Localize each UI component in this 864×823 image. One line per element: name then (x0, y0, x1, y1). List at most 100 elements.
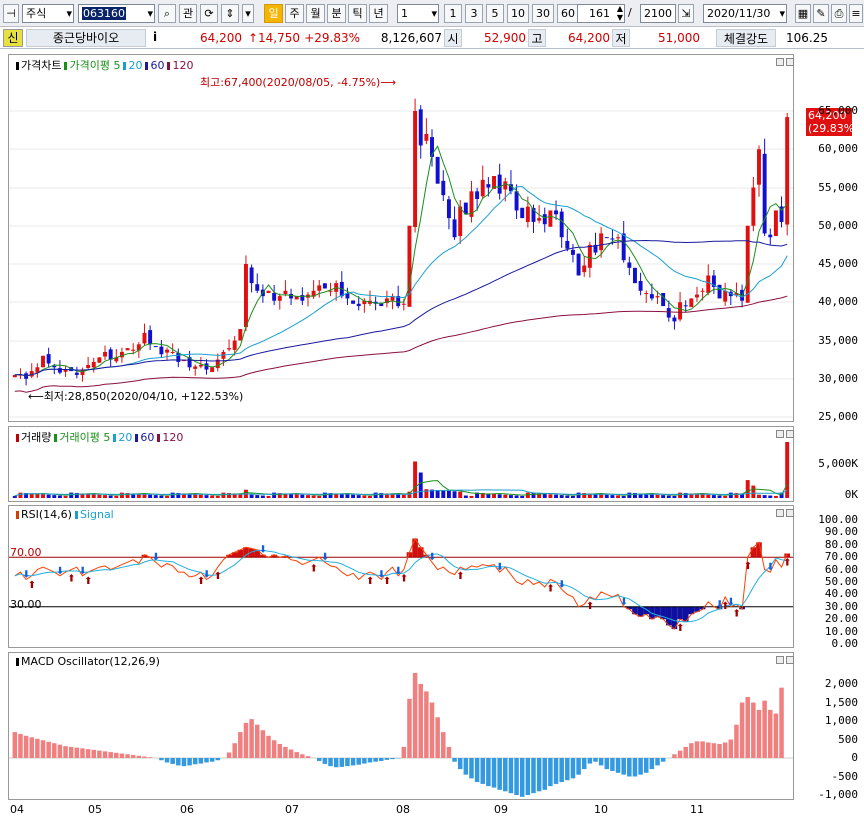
volume-bar (255, 495, 260, 498)
macd-bar (204, 758, 209, 763)
axis-tick: 20.00 (824, 612, 858, 626)
macd-bar (136, 755, 142, 758)
macd-bar (176, 758, 181, 766)
volume-bar (142, 494, 147, 498)
volume-bar (599, 494, 604, 498)
volume-bar (198, 494, 203, 498)
sell-arrow-icon: ⬇ (259, 545, 267, 556)
price-legend: 가격차트 가격이평 5 20 60 120 (16, 57, 196, 73)
volume-bar (554, 494, 559, 498)
volume-bar (649, 494, 654, 498)
candle-body (621, 233, 626, 261)
buy-arrow-icon: ⬆ (28, 580, 36, 591)
volume-bar (148, 494, 153, 498)
axis-tick: 60.00 (824, 562, 858, 576)
panel-close-icon[interactable] (786, 430, 794, 438)
macd-bar (486, 758, 491, 787)
low-annotation: ⟵최저:28,850(2020/04/10, +122.53%) (28, 390, 244, 403)
macd-bar (362, 758, 367, 764)
panel-minimize-icon[interactable] (776, 430, 784, 438)
volume-bar (435, 490, 440, 498)
ma120-line (14, 295, 788, 393)
macd-bar (170, 758, 175, 764)
x-label: 10 (594, 803, 608, 816)
candle-body (52, 365, 57, 368)
candle-body (176, 352, 181, 362)
macd-bar (514, 758, 519, 795)
macd-bar (300, 754, 305, 758)
candle-body (131, 349, 136, 351)
panel-minimize-icon[interactable] (776, 656, 784, 664)
candle-body (193, 366, 198, 369)
macd-bar (418, 684, 423, 758)
macd-bar (277, 743, 283, 758)
macd-bar (429, 702, 435, 758)
macd-bar (328, 758, 333, 767)
macd-bar (379, 758, 384, 761)
panel-minimize-icon[interactable] (776, 509, 784, 517)
volume-bar (745, 480, 750, 498)
macd-bar (35, 738, 40, 758)
candle-body (272, 292, 277, 301)
macd-bar (350, 758, 356, 766)
axis-tick: 40,000 (818, 295, 858, 309)
volume-bar (63, 495, 68, 498)
volume-bar (300, 494, 305, 498)
macd-bar (68, 746, 74, 758)
macd-bar (260, 730, 266, 758)
volume-bar (249, 494, 254, 498)
panel-close-icon[interactable] (786, 656, 794, 664)
legend-item: Signal (79, 508, 114, 521)
volume-bar (616, 495, 621, 498)
candle-body (554, 210, 559, 215)
macd-bar (356, 758, 361, 765)
macd-bar (745, 696, 750, 758)
candle-body (452, 219, 457, 238)
candle-body (599, 233, 604, 251)
macd-bar (711, 743, 717, 758)
candle-body (351, 300, 356, 304)
macd-bar (345, 758, 350, 767)
candle-body (153, 346, 158, 348)
macd-bar (322, 758, 328, 764)
candle-body (198, 364, 203, 367)
candle-body (520, 207, 525, 219)
macd-bar (457, 758, 463, 770)
volume-bar (401, 494, 406, 498)
candle-body (480, 179, 485, 197)
legend-item: 60 (150, 59, 165, 72)
volume-bar (452, 491, 457, 498)
sell-arrow-icon: ⬇ (496, 562, 504, 573)
axis-tick: -1,000 (818, 788, 858, 801)
buy-arrow-icon: ⬆ (586, 601, 594, 612)
macd-bar (581, 758, 587, 770)
candle-body (356, 303, 361, 307)
panel-minimize-icon[interactable] (776, 58, 784, 66)
volume-bar (311, 495, 316, 498)
volume-bar (655, 494, 660, 498)
candle-body (689, 298, 694, 308)
macd-bar (519, 758, 525, 797)
rsi-overbought-fill (417, 547, 424, 558)
macd-bar (649, 758, 655, 770)
chart-canvas[interactable]: ⬇⬆⬇⬆⬇⬆⬇⬆⬇ ⬆⬇⬆⬇⬆⬇⬆⬇⬆⬇⬆⬇⬆ ⬇⬆ ⬇⬆⬇⬆⬇⬆⬆ ⬇ ⬆ (0, 0, 864, 823)
buy-arrow-icon: ⬆ (67, 574, 75, 585)
volume-bar (12, 495, 17, 498)
legend-item: 20 (118, 431, 133, 444)
axis-tick: 1,500 (824, 695, 858, 709)
buy-arrow-icon: ⬆ (676, 623, 684, 634)
macd-bar (254, 724, 260, 758)
macd-bar (446, 746, 452, 758)
panel-close-icon[interactable] (786, 58, 794, 66)
macd-bar (29, 737, 34, 758)
macd-bar (452, 758, 457, 762)
axis-tick: 40.00 (824, 587, 858, 601)
volume-bar (458, 491, 463, 498)
panel-close-icon[interactable] (786, 509, 794, 517)
axis-tick: 2,000 (824, 677, 858, 690)
macd-bar (683, 746, 688, 758)
volume-bar (531, 493, 536, 498)
candle-body (604, 237, 609, 239)
volume-bar (672, 495, 677, 498)
axis-tick: 10.00 (824, 624, 858, 638)
